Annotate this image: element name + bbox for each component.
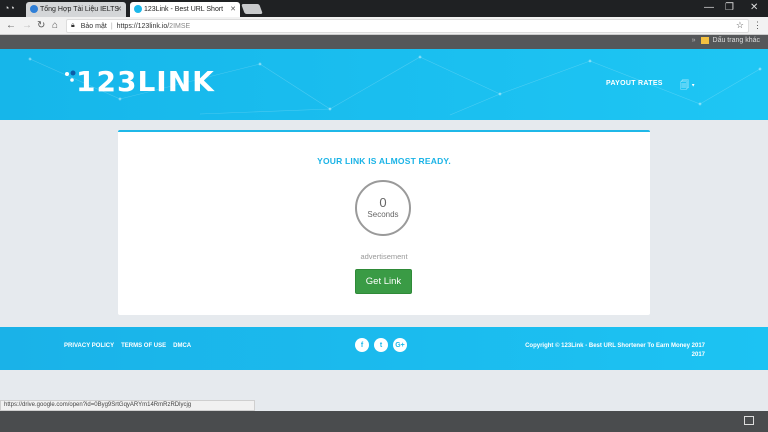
address-toolbar: ← → ↻ ⌂ 🔒︎ Bảo mật | https://123link.io/… xyxy=(0,17,768,35)
bookmark-star-icon[interactable]: ☆ xyxy=(736,20,744,31)
other-bookmarks-label: Dấu trang khác xyxy=(712,37,760,44)
restore-icon[interactable]: ❐ xyxy=(725,2,734,13)
forward-icon[interactable]: → xyxy=(22,20,32,31)
logo-text: 123LINK xyxy=(76,65,215,98)
page-viewport: 123LINK PAYOUT RATES 🗐︎ ▾ YOUR LINK IS A… xyxy=(0,49,768,432)
get-link-button[interactable]: Get Link xyxy=(355,269,412,294)
status-bar-url: https://drive.google.com/open?id=0Byg9Sr… xyxy=(0,400,255,411)
other-bookmarks[interactable]: » Dấu trang khác xyxy=(692,37,760,44)
close-tab-icon[interactable]: ✕ xyxy=(230,5,236,13)
copyright-line: Copyright © 123Link - Best URL Shortener… xyxy=(525,343,705,349)
new-tab-button[interactable] xyxy=(241,4,263,14)
home-icon[interactable]: ⌂ xyxy=(52,20,58,31)
site-logo[interactable]: 123LINK xyxy=(64,65,215,98)
link-ready-card: YOUR LINK IS ALMOST READY. 0 Seconds adv… xyxy=(118,130,650,315)
browser-tab-bar: ◔◔ Tổng Hợp Tài Liệu IELTS ✕ 123Link - B… xyxy=(0,0,768,17)
language-selector-icon[interactable]: 🗐︎ ▾ xyxy=(680,78,695,94)
browser-menu-icon[interactable]: ⋮ xyxy=(753,20,762,31)
copyright-year: 2017 xyxy=(691,352,705,358)
site-footer: PRIVACY POLICY TERMS OF USE DMCA f t G+ … xyxy=(0,327,768,370)
payout-rates-link[interactable]: PAYOUT RATES xyxy=(606,80,663,87)
minimize-icon[interactable]: — xyxy=(704,2,714,13)
dmca-link[interactable]: DMCA xyxy=(173,343,191,349)
twitter-icon[interactable]: t xyxy=(374,338,388,352)
url-omnibox[interactable]: 🔒︎ Bảo mật | https://123link.io/ 2IMSE xyxy=(66,19,749,33)
os-taskbar xyxy=(0,411,768,432)
bookmark-bar: » Dấu trang khác xyxy=(0,35,768,49)
footer-links: PRIVACY POLICY TERMS OF USE DMCA xyxy=(64,343,191,349)
url-separator: | xyxy=(110,22,113,30)
social-links: f t G+ xyxy=(355,338,407,352)
chevron-right-icon: » xyxy=(691,37,696,44)
terms-of-use-link[interactable]: TERMS OF USE xyxy=(121,343,166,349)
privacy-policy-link[interactable]: PRIVACY POLICY xyxy=(64,343,114,349)
tab-title: Tổng Hợp Tài Liệu IELTS xyxy=(40,6,120,13)
url-path: 2IMSE xyxy=(169,22,191,30)
advertisement-label: advertisement xyxy=(360,252,408,261)
countdown-value: 0 xyxy=(379,195,387,210)
tab-123link[interactable]: 123Link - Best URL Short ✕ xyxy=(130,2,240,17)
tab-ielts[interactable]: Tổng Hợp Tài Liệu IELTS ✕ xyxy=(26,2,126,17)
tab-favicon-icon xyxy=(30,5,38,13)
secure-label: Bảo mật xyxy=(80,22,107,30)
close-tab-icon[interactable]: ✕ xyxy=(116,5,122,13)
countdown-timer: 0 Seconds xyxy=(355,180,411,236)
facebook-icon[interactable]: f xyxy=(355,338,369,352)
notification-icon[interactable] xyxy=(744,416,754,425)
url-host: https://123link.io/ xyxy=(116,22,170,30)
card-title: YOUR LINK IS ALMOST READY. xyxy=(317,156,451,166)
folder-icon xyxy=(700,37,709,44)
tab-title: 123Link - Best URL Short xyxy=(144,6,224,13)
copyright-text: Copyright © 123Link - Best URL Shortener… xyxy=(525,342,705,360)
close-window-icon[interactable]: ✕ xyxy=(750,2,758,13)
tab-favicon-icon xyxy=(134,5,142,13)
back-icon[interactable]: ← xyxy=(6,20,16,31)
google-plus-icon[interactable]: G+ xyxy=(393,338,407,352)
site-header: 123LINK PAYOUT RATES 🗐︎ ▾ xyxy=(0,49,768,120)
reload-icon[interactable]: ↻ xyxy=(37,20,45,31)
incognito-icon: ◔◔ xyxy=(4,3,15,13)
lock-icon: 🔒︎ xyxy=(71,22,75,29)
countdown-unit: Seconds xyxy=(367,210,399,219)
